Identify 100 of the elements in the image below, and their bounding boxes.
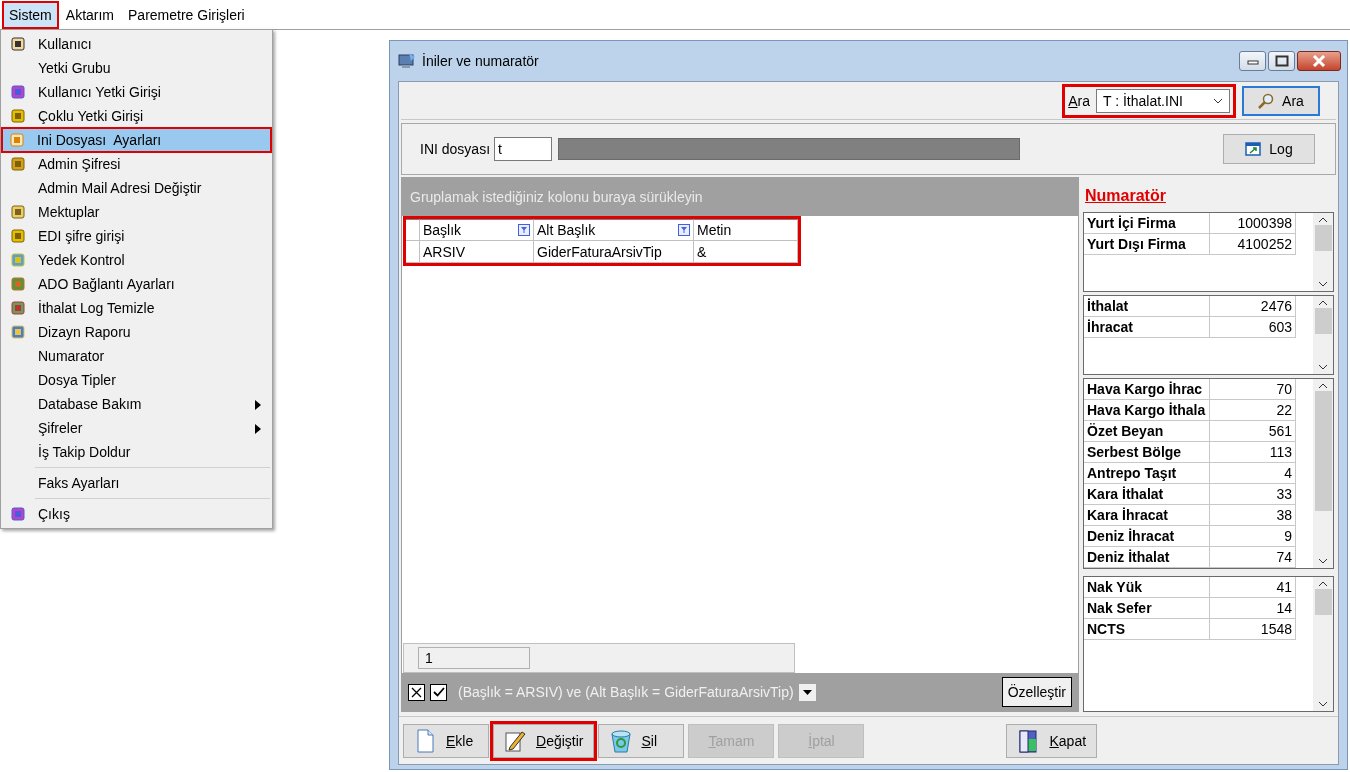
menu-item-label: Kullanıcı Yetki Girişi [38, 84, 161, 100]
counter-name: NCTS [1084, 619, 1210, 640]
scrollbar[interactable] [1313, 213, 1333, 291]
menu-item-label: Admin Mail Adresi Değiştir [38, 180, 202, 196]
menu-item-icon [10, 228, 26, 244]
counter-name: Yurt İçi Firma [1084, 213, 1210, 234]
menu-item-label: Yedek Kontrol [38, 252, 125, 268]
menu-item[interactable]: Aktarım [58, 0, 122, 29]
chevron-up-icon [1318, 383, 1328, 389]
menu-item-icon [10, 276, 26, 292]
ini-file-label: INI dosyası [420, 141, 491, 157]
table-cell: GiderFaturaArsivTip [534, 241, 694, 263]
scrollbar-thumb[interactable] [1314, 225, 1332, 251]
counter-value: 70 [1210, 379, 1296, 400]
menu-item-label: EDI şifre girişi [38, 228, 125, 244]
counter-value: 9 [1210, 526, 1296, 547]
menu-item-icon [10, 84, 26, 100]
menu-item[interactable]: Database Bakım [2, 392, 271, 416]
menu-item[interactable]: ADO Bağlantı Ayarları [2, 272, 271, 296]
menu-item[interactable]: EDI şifre girişi [2, 224, 271, 248]
filter-dropdown-button[interactable] [798, 683, 816, 701]
counter-name: İthalat [1084, 296, 1210, 317]
menu-item[interactable]: Dizayn Raporu [2, 320, 271, 344]
scrollbar[interactable] [1313, 296, 1333, 374]
filter-checkbox[interactable] [430, 683, 447, 701]
menu-item-label: Dosya Tipler [38, 372, 116, 388]
close-button[interactable] [1297, 51, 1341, 71]
menu-item[interactable]: Paremetre Girişleri [121, 0, 252, 29]
menu-item[interactable]: Ini Dosyası Ayarları [1, 127, 272, 153]
menu-item[interactable]: Admin Mail Adresi Değiştir [2, 176, 271, 200]
menu-item-label: Database Bakım [38, 396, 142, 412]
action-button[interactable]: Kapat [1006, 723, 1098, 758]
search-icon [1258, 92, 1275, 109]
counter-name: Deniz İhracat [1084, 526, 1210, 547]
counter-value: 2476 [1210, 296, 1296, 317]
log-button[interactable]: Log [1223, 134, 1315, 164]
menu-item-label: Kullanıcı [38, 36, 92, 52]
counter-name: Nak Yük [1084, 577, 1210, 598]
counter-value: 1000398 [1210, 213, 1296, 234]
menu-item[interactable]: Yedek Kontrol [2, 248, 271, 272]
menu-item[interactable]: Mektuplar [2, 200, 271, 224]
clear-filter-button[interactable] [408, 683, 425, 701]
counter-value: 74 [1210, 547, 1296, 568]
column-header[interactable]: Metin [694, 219, 798, 241]
counter-name: Antrepo Taşıt [1084, 463, 1210, 484]
column-header[interactable]: Alt Başlık [534, 219, 694, 241]
scrollbar-thumb[interactable] [1314, 308, 1332, 334]
menu-item-label: Faks Ayarları [38, 475, 120, 491]
chevron-down-icon [1318, 701, 1328, 707]
menu-item-icon [10, 204, 26, 220]
menu-item[interactable]: İş Takip Doldur [2, 440, 271, 464]
menu-item-label: İthalat Log Temizle [38, 300, 155, 316]
scrollbar[interactable] [1313, 379, 1333, 568]
action-button[interactable]: Sil [598, 723, 685, 758]
row-count-cell: 1 [418, 647, 530, 669]
submenu-arrow-icon [255, 400, 261, 410]
window-app-icon [398, 52, 416, 70]
maximize-icon [1274, 55, 1289, 67]
scrollbar[interactable] [1313, 577, 1333, 711]
menu-item-label: İş Takip Doldur [38, 444, 131, 460]
scrollbar-thumb[interactable] [1314, 589, 1332, 615]
counter-value: 38 [1210, 505, 1296, 526]
menu-item-icon [10, 324, 26, 340]
counter-value: 33 [1210, 484, 1296, 505]
customize-button[interactable]: Özelleştir [1001, 677, 1072, 707]
maximize-button[interactable] [1268, 51, 1295, 71]
menu-item[interactable]: Numarator [2, 344, 271, 368]
menu-item[interactable]: Kullanıcı [2, 32, 271, 56]
ini-file-field[interactable]: t [494, 137, 553, 161]
menu-item[interactable]: Sistem [2, 0, 59, 29]
counter-value: 14 [1210, 598, 1296, 619]
menu-item[interactable]: Kullanıcı Yetki Girişi [2, 80, 271, 104]
menu-item[interactable]: Admin Şifresi [2, 152, 271, 176]
action-button[interactable]: Ekle [403, 723, 489, 758]
search-button[interactable]: Ara [1242, 85, 1320, 116]
menu-item-label: Dizayn Raporu [38, 324, 131, 340]
menu-item[interactable]: Faks Ayarları [2, 471, 271, 495]
table-cell: ARSIV [420, 241, 534, 263]
window-title: İniler ve numaratör [422, 53, 540, 69]
menu-item[interactable]: İthalat Log Temizle [2, 296, 271, 320]
chevron-down-icon [1318, 558, 1328, 564]
close-icon [1312, 55, 1326, 67]
ini-select-dropdown[interactable]: T : İthalat.INI [1096, 88, 1230, 113]
table-cell: & [694, 241, 798, 263]
counter-name: Kara İthalat [1084, 484, 1210, 505]
chevron-down-icon [1213, 97, 1223, 104]
recycle-bin-icon [609, 728, 634, 753]
menu-item[interactable]: Dosya Tipler [2, 368, 271, 392]
menu-item[interactable]: Yetki Grubu [2, 56, 271, 80]
counter-value: 113 [1210, 442, 1296, 463]
menu-item[interactable]: Çoklu Yetki Girişi [2, 104, 271, 128]
action-button[interactable]: Değiştir [493, 723, 595, 758]
menu-item[interactable]: Şifreler [2, 416, 271, 440]
minimize-button[interactable] [1239, 51, 1266, 71]
menu-item-icon [10, 36, 26, 52]
menu-item[interactable]: Çıkış [2, 502, 271, 526]
column-header[interactable]: Başlık [420, 219, 534, 241]
menu-item-label: Mektuplar [38, 204, 100, 220]
menu-item-icon [10, 252, 26, 268]
scrollbar-thumb[interactable] [1314, 391, 1332, 511]
